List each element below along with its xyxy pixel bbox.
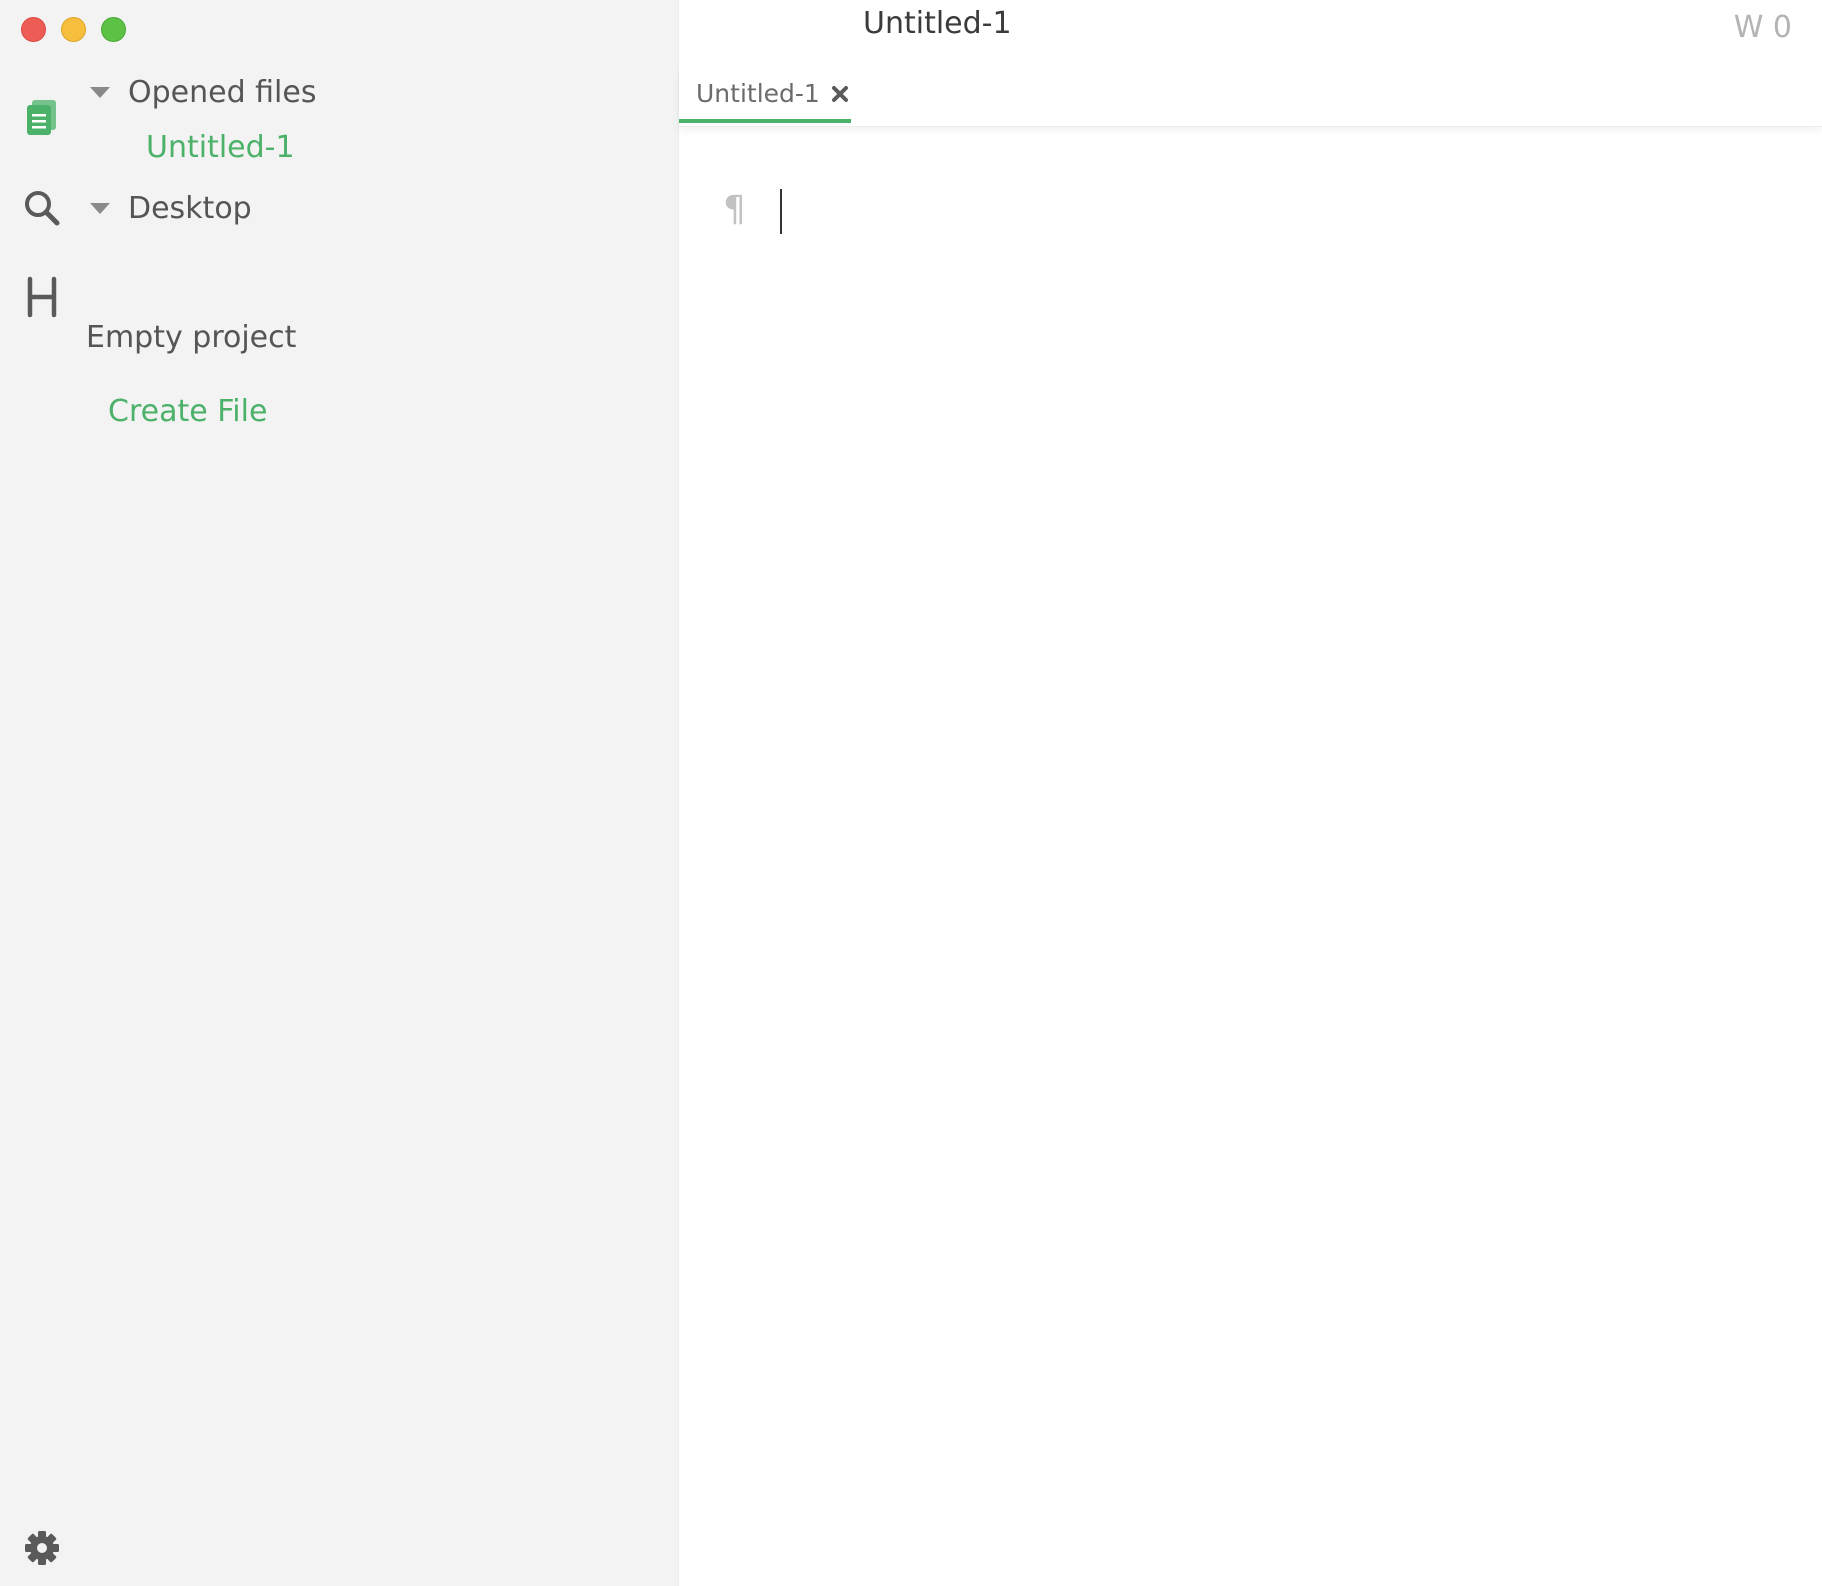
tab-untitled-1[interactable]: Untitled-1 [679, 68, 851, 123]
files-icon[interactable] [21, 97, 63, 139]
editor-pane: Untitled-1 W 0 Untitled-1 ¶ [679, 0, 1822, 1586]
word-count[interactable]: W 0 [1734, 10, 1792, 45]
close-icon[interactable] [830, 83, 851, 105]
paragraph-mark-icon: ¶ [723, 189, 746, 230]
app-window: Opened files Untitled-1 Desktop Empty pr… [0, 0, 1822, 1586]
window-close-button[interactable] [21, 17, 46, 42]
text-cursor [780, 189, 782, 234]
sidebar: Opened files Untitled-1 Desktop Empty pr… [0, 0, 679, 1586]
desktop-folder-label: Desktop [128, 190, 252, 226]
empty-project-text: Empty project [86, 320, 297, 355]
document-title: Untitled-1 [863, 6, 1012, 41]
create-file-link[interactable]: Create File [108, 394, 267, 429]
opened-files-section[interactable]: Opened files [90, 72, 316, 112]
window-minimize-button[interactable] [61, 17, 86, 42]
tab-label: Untitled-1 [696, 79, 820, 108]
chevron-down-icon [90, 202, 110, 214]
opened-file-item[interactable]: Untitled-1 [146, 130, 295, 165]
tab-bar: Untitled-1 [679, 68, 1822, 127]
settings-icon[interactable] [21, 1527, 63, 1569]
editor-content[interactable]: ¶ [679, 127, 1822, 1586]
search-icon[interactable] [21, 187, 63, 229]
chevron-down-icon [90, 86, 110, 98]
toc-icon[interactable] [21, 276, 63, 318]
desktop-folder-section[interactable]: Desktop [90, 188, 252, 228]
window-maximize-button[interactable] [101, 17, 126, 42]
opened-files-label: Opened files [128, 74, 317, 110]
